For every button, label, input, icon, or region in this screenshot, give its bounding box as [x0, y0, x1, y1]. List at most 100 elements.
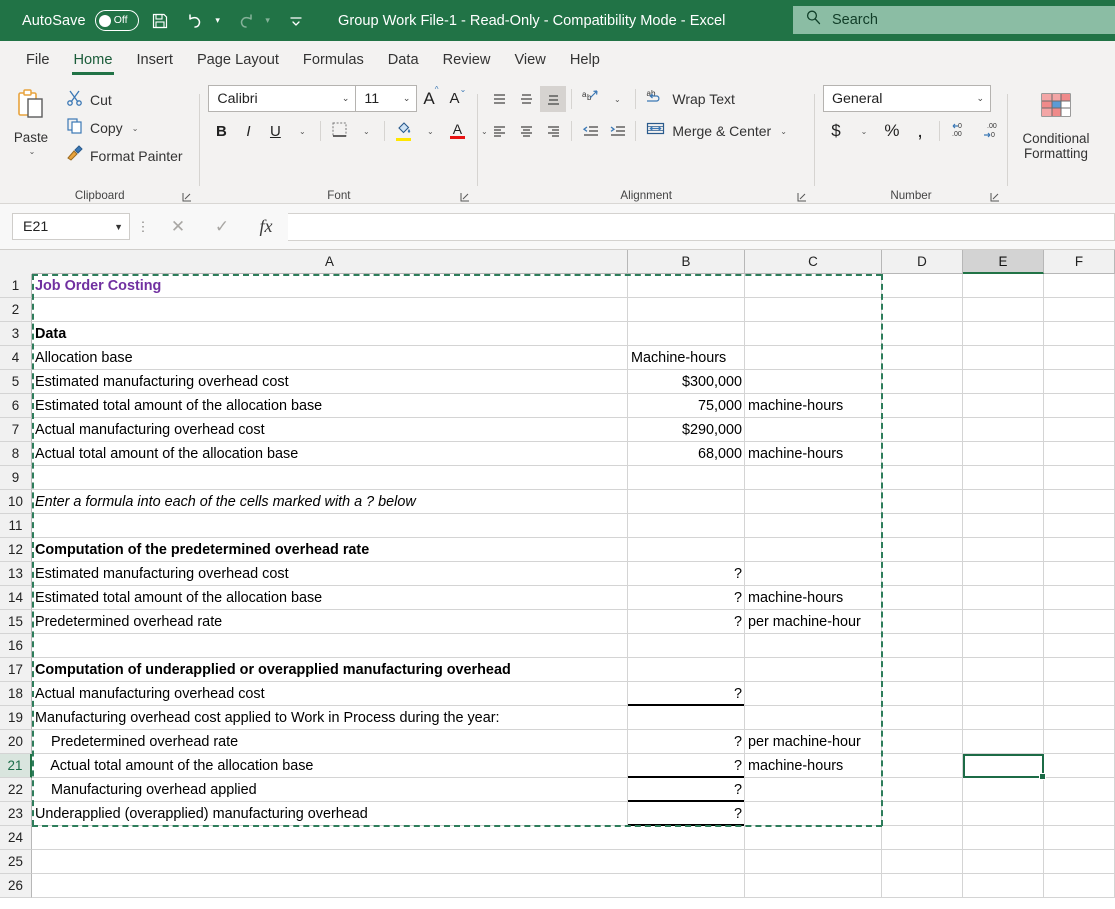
align-middle-button[interactable]	[513, 86, 539, 112]
font-dialog-launcher-icon[interactable]	[459, 191, 471, 203]
fill-handle[interactable]	[1039, 773, 1046, 780]
row-header-12[interactable]: 12	[0, 538, 32, 562]
increase-decimal-button[interactable]: 0.00	[946, 118, 976, 144]
cell-A10[interactable]: Enter a formula into each of the cells m…	[32, 490, 419, 513]
cut-button[interactable]: Cut	[62, 88, 187, 112]
italic-button[interactable]: I	[235, 118, 261, 144]
cell-A14[interactable]: Estimated total amount of the allocation…	[32, 586, 325, 609]
merge-center-button[interactable]: Merge & Center ⌄	[641, 118, 792, 144]
cell-A20[interactable]: Predetermined overhead rate	[32, 730, 241, 753]
redo-dropdown-caret-icon[interactable]: ▾	[261, 6, 275, 36]
percent-format-button[interactable]: %	[879, 118, 905, 144]
cell-B20[interactable]: ?	[628, 730, 745, 753]
confirm-icon[interactable]: ✓	[200, 213, 244, 241]
search-input[interactable]: Search	[793, 6, 1115, 34]
cell-B18[interactable]: ?	[628, 682, 745, 705]
undo-icon[interactable]	[181, 6, 211, 36]
cell-A17[interactable]: Computation of underapplied or overappli…	[32, 658, 514, 681]
borders-button[interactable]	[326, 118, 352, 144]
cell-A4[interactable]: Allocation base	[32, 346, 136, 369]
formula-bar-options-icon[interactable]: ⋮	[130, 219, 156, 235]
cell-B22[interactable]: ?	[628, 778, 745, 801]
row-header-6[interactable]: 6	[0, 394, 32, 418]
autosave-control[interactable]: AutoSave Off	[22, 10, 139, 31]
save-icon[interactable]	[145, 6, 175, 36]
cell-B14[interactable]: ?	[628, 586, 745, 609]
cell-B8[interactable]: 68,000	[628, 442, 745, 465]
row-header-21[interactable]: 21	[0, 754, 32, 778]
copy-dropdown-caret-icon[interactable]: ⌄	[132, 124, 139, 133]
cell-B13[interactable]: ?	[628, 562, 745, 585]
cell-A21[interactable]: Actual total amount of the allocation ba…	[32, 754, 316, 777]
tab-home[interactable]: Home	[62, 43, 125, 77]
font-color-button[interactable]: A	[444, 118, 470, 144]
row-header-16[interactable]: 16	[0, 634, 32, 658]
paste-button[interactable]: Paste ⌄	[0, 83, 62, 156]
cell-A8[interactable]: Actual total amount of the allocation ba…	[32, 442, 301, 465]
tab-view[interactable]: View	[502, 43, 557, 77]
borders-dropdown-caret-icon[interactable]: ⌄	[353, 118, 379, 144]
underline-button[interactable]: U	[262, 118, 288, 144]
cell-C14[interactable]: machine-hours	[745, 586, 882, 609]
row-header-2[interactable]: 2	[0, 298, 32, 322]
column-header-b[interactable]: B	[628, 250, 745, 274]
align-top-button[interactable]	[486, 86, 512, 112]
fill-color-dropdown-caret-icon[interactable]: ⌄	[417, 118, 443, 144]
merge-center-dropdown-caret-icon[interactable]: ⌄	[780, 127, 787, 136]
cell-C15[interactable]: per machine-hour	[745, 610, 882, 633]
accounting-dropdown-caret-icon[interactable]: ⌄	[851, 118, 877, 144]
increase-indent-button[interactable]	[604, 118, 630, 144]
increase-font-size-button[interactable]: A ^	[417, 85, 444, 112]
insert-function-icon[interactable]: fx	[244, 213, 288, 241]
row-header-20[interactable]: 20	[0, 730, 32, 754]
number-dialog-launcher-icon[interactable]	[989, 191, 1001, 203]
clipboard-dialog-launcher-icon[interactable]	[181, 191, 193, 203]
row-header-10[interactable]: 10	[0, 490, 32, 514]
font-name-select[interactable]: Calibri ⌄	[208, 85, 357, 112]
paste-dropdown-caret-icon[interactable]: ⌄	[29, 147, 36, 156]
name-box[interactable]: E21 ▼	[12, 213, 130, 240]
redo-icon[interactable]	[231, 6, 261, 36]
tab-review[interactable]: Review	[431, 43, 503, 77]
row-header-19[interactable]: 19	[0, 706, 32, 730]
undo-dropdown-caret-icon[interactable]: ▾	[211, 6, 225, 36]
row-header-8[interactable]: 8	[0, 442, 32, 466]
row-header-18[interactable]: 18	[0, 682, 32, 706]
cell-C6[interactable]: machine-hours	[745, 394, 882, 417]
align-left-button[interactable]	[486, 118, 512, 144]
conditional-formatting-button[interactable]: Conditional Formatting	[1008, 87, 1104, 161]
cell-A12[interactable]: Computation of the predetermined overhea…	[32, 538, 372, 561]
row-header-15[interactable]: 15	[0, 610, 32, 634]
cell-A13[interactable]: Estimated manufacturing overhead cost	[32, 562, 292, 585]
number-format-select[interactable]: General ⌄	[822, 85, 991, 112]
cell-A6[interactable]: Estimated total amount of the allocation…	[32, 394, 325, 417]
cell-A22[interactable]: Manufacturing overhead applied	[32, 778, 260, 801]
row-header-11[interactable]: 11	[0, 514, 32, 538]
tab-data[interactable]: Data	[376, 43, 431, 77]
alignment-dialog-launcher-icon[interactable]	[796, 191, 808, 203]
column-header-d[interactable]: D	[882, 250, 963, 274]
cell-B23[interactable]: ?	[628, 802, 745, 825]
comma-format-button[interactable]: ,	[907, 118, 933, 144]
tab-insert[interactable]: Insert	[124, 43, 185, 77]
cell-C21[interactable]: machine-hours	[745, 754, 882, 777]
row-header-9[interactable]: 9	[0, 466, 32, 490]
row-header-24[interactable]: 24	[0, 826, 32, 850]
cancel-icon[interactable]: ✕	[156, 213, 200, 241]
column-header-f[interactable]: F	[1044, 250, 1115, 274]
orientation-button[interactable]: ab	[577, 86, 603, 112]
column-header-a[interactable]: A	[32, 250, 628, 274]
orientation-dropdown-caret-icon[interactable]: ⌄	[604, 86, 630, 112]
cell-B5[interactable]: $300,000	[628, 370, 745, 393]
cell-A19[interactable]: Manufacturing overhead cost applied to W…	[32, 706, 502, 729]
column-header-e[interactable]: E	[963, 250, 1044, 274]
cell-C20[interactable]: per machine-hour	[745, 730, 882, 753]
cell-B21[interactable]: ?	[628, 754, 745, 777]
row-header-4[interactable]: 4	[0, 346, 32, 370]
cell-A5[interactable]: Estimated manufacturing overhead cost	[32, 370, 292, 393]
formula-input[interactable]	[288, 212, 1115, 241]
row-header-26[interactable]: 26	[0, 874, 32, 898]
row-header-14[interactable]: 14	[0, 586, 32, 610]
decrease-font-size-button[interactable]: A ⌄	[444, 85, 471, 112]
align-center-button[interactable]	[513, 118, 539, 144]
